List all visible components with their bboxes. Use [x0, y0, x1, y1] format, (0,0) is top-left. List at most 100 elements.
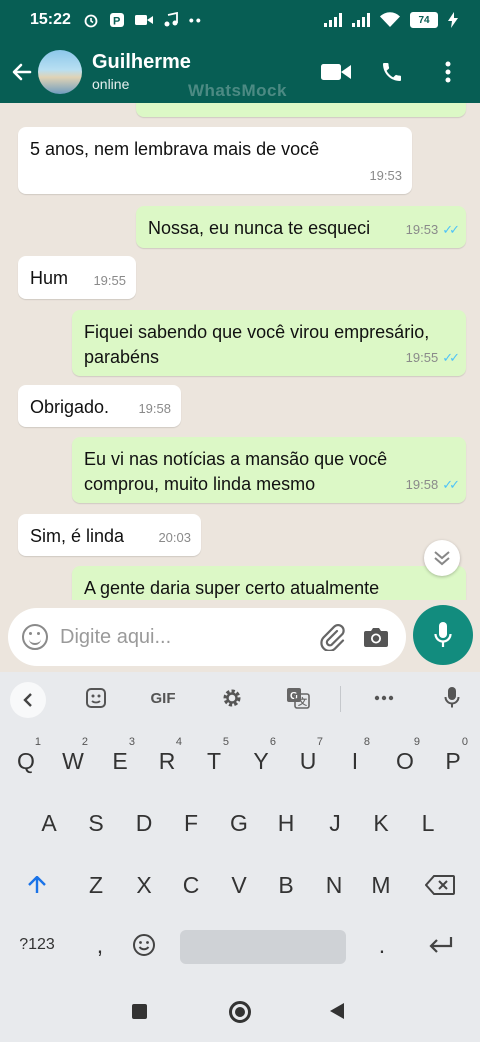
gif-button[interactable]: GIF: [143, 672, 183, 724]
message-time: 19:55: [405, 350, 439, 365]
svg-text:G: G: [290, 691, 298, 702]
home-icon[interactable]: [229, 1001, 251, 1023]
contact-info[interactable]: Guilherme online: [92, 51, 191, 92]
key-b[interactable]: B: [266, 862, 306, 908]
status-time: 15:22: [30, 11, 71, 28]
message-text: Fiquei sabendo que você virou empresário…: [84, 322, 430, 367]
key-z[interactable]: Z: [76, 862, 116, 908]
key-v[interactable]: V: [219, 862, 259, 908]
battery-icon: 74: [410, 12, 438, 28]
camera-icon[interactable]: [360, 621, 392, 653]
key-i[interactable]: I8: [335, 736, 375, 784]
key-c[interactable]: C: [171, 862, 211, 908]
video-call-icon[interactable]: [320, 56, 352, 88]
recents-icon[interactable]: [132, 1004, 147, 1019]
contact-avatar[interactable]: [38, 49, 82, 94]
message-text: Hum: [30, 268, 69, 288]
key-l[interactable]: L: [408, 800, 448, 846]
key-u[interactable]: U7: [288, 736, 328, 784]
message-input[interactable]: Digite aqui...: [60, 626, 316, 649]
read-ticks-icon: ✓✓: [442, 350, 460, 365]
period-key[interactable]: .: [362, 922, 402, 968]
message-time: 19:52: [406, 103, 439, 111]
payment-app-icon: P: [109, 13, 124, 28]
back-arrow-icon[interactable]: [6, 56, 38, 88]
translate-icon[interactable]: G文: [282, 672, 314, 724]
message-bubble-out[interactable]: Eu vi nas notícias a mansão que você com…: [72, 437, 466, 503]
message-time: 20:03: [158, 530, 191, 545]
key-x[interactable]: X: [124, 862, 164, 908]
key-g[interactable]: G: [219, 800, 259, 846]
key-q[interactable]: Q1: [6, 736, 46, 784]
voice-record-button[interactable]: [413, 605, 473, 665]
key-k[interactable]: K: [361, 800, 401, 846]
mic-icon: [434, 622, 452, 647]
on-screen-keyboard: GIF G文 Q1 W2 E3 R4 T5 Y6 U7 I8 O9 P0 A S…: [0, 672, 480, 980]
keyboard-row-3: Z X C V B N M: [0, 862, 480, 908]
message-bubble-in[interactable]: 5 anos, nem lembrava mais de você 19:53: [18, 127, 412, 194]
scroll-down-button[interactable]: [424, 540, 460, 576]
message-time: 19:53: [369, 168, 402, 183]
shift-key[interactable]: [17, 862, 57, 908]
contact-status: online: [92, 76, 130, 92]
message-bubble-out[interactable]: A gente daria super certo atualmente: [72, 566, 466, 600]
message-bubble-out[interactable]: 19:52✓✓: [136, 103, 466, 117]
message-text: A gente daria super certo atualmente: [84, 578, 380, 598]
key-w[interactable]: W2: [53, 736, 93, 784]
svg-text:文: 文: [297, 696, 308, 708]
wifi-icon: [380, 12, 400, 27]
charging-icon: [448, 12, 458, 28]
key-t[interactable]: T5: [194, 736, 234, 784]
comma-key[interactable]: ,: [80, 922, 120, 968]
key-m[interactable]: M: [361, 862, 401, 908]
settings-gear-icon[interactable]: [216, 672, 248, 724]
key-f[interactable]: F: [171, 800, 211, 846]
key-s[interactable]: S: [76, 800, 116, 846]
message-input-box[interactable]: Digite aqui...: [8, 608, 406, 666]
key-p[interactable]: P0: [433, 736, 473, 784]
message-bubble-in[interactable]: Obrigado. 19:58: [18, 385, 181, 427]
sticker-icon[interactable]: [80, 672, 112, 724]
attach-icon[interactable]: [316, 621, 348, 653]
backspace-key[interactable]: [420, 862, 460, 908]
watermark: WhatsMock: [188, 81, 287, 100]
more-options-icon[interactable]: [368, 672, 400, 724]
message-bubble-in[interactable]: Hum 19:55: [18, 256, 136, 299]
backspace-icon: [425, 875, 455, 895]
message-time: 19:58: [138, 401, 171, 416]
smiley-icon: [133, 934, 155, 956]
message-time: 19:55: [93, 273, 126, 288]
key-j[interactable]: J: [315, 800, 355, 846]
space-key[interactable]: [180, 930, 346, 964]
voice-call-icon[interactable]: [376, 56, 408, 88]
symbols-key[interactable]: ?123: [12, 922, 62, 968]
key-d[interactable]: D: [124, 800, 164, 846]
emoji-key[interactable]: [124, 922, 164, 968]
system-nav-bar: [0, 980, 480, 1042]
back-triangle-icon[interactable]: [330, 1003, 344, 1019]
key-h[interactable]: H: [266, 800, 306, 846]
menu-dots-icon[interactable]: [432, 56, 464, 88]
key-r[interactable]: R4: [147, 736, 187, 784]
emoji-icon[interactable]: [22, 624, 48, 650]
message-bubble-out[interactable]: Fiquei sabendo que você virou empresário…: [72, 310, 466, 376]
enter-key[interactable]: [420, 922, 460, 968]
keyboard-row-1: Q1 W2 E3 R4 T5 Y6 U7 I8 O9 P0: [0, 736, 480, 784]
message-bubble-in[interactable]: Sim, é linda 20:03: [18, 514, 201, 556]
key-n[interactable]: N: [314, 862, 354, 908]
signal-icon: [324, 13, 342, 27]
message-text: Sim, é linda: [30, 526, 125, 546]
app-header: 15:22 P •• 74 Guilherme online WhatsMock: [0, 0, 480, 103]
voice-typing-icon[interactable]: [436, 672, 468, 724]
contact-name: Guilherme: [92, 51, 191, 73]
message-composer: Digite aqui...: [0, 600, 480, 672]
key-e[interactable]: E3: [100, 736, 140, 784]
key-a[interactable]: A: [29, 800, 69, 846]
signal-icon-2: [352, 13, 370, 27]
key-o[interactable]: O9: [385, 736, 425, 784]
message-text: Eu vi nas notícias a mansão que você com…: [84, 449, 388, 494]
key-y[interactable]: Y6: [241, 736, 281, 784]
chat-area[interactable]: 19:52✓✓ 5 anos, nem lembrava mais de voc…: [0, 103, 480, 600]
read-ticks-icon: ✓✓: [442, 222, 460, 237]
message-bubble-out[interactable]: Nossa, eu nunca te esqueci 19:53 ✓✓: [136, 206, 466, 248]
